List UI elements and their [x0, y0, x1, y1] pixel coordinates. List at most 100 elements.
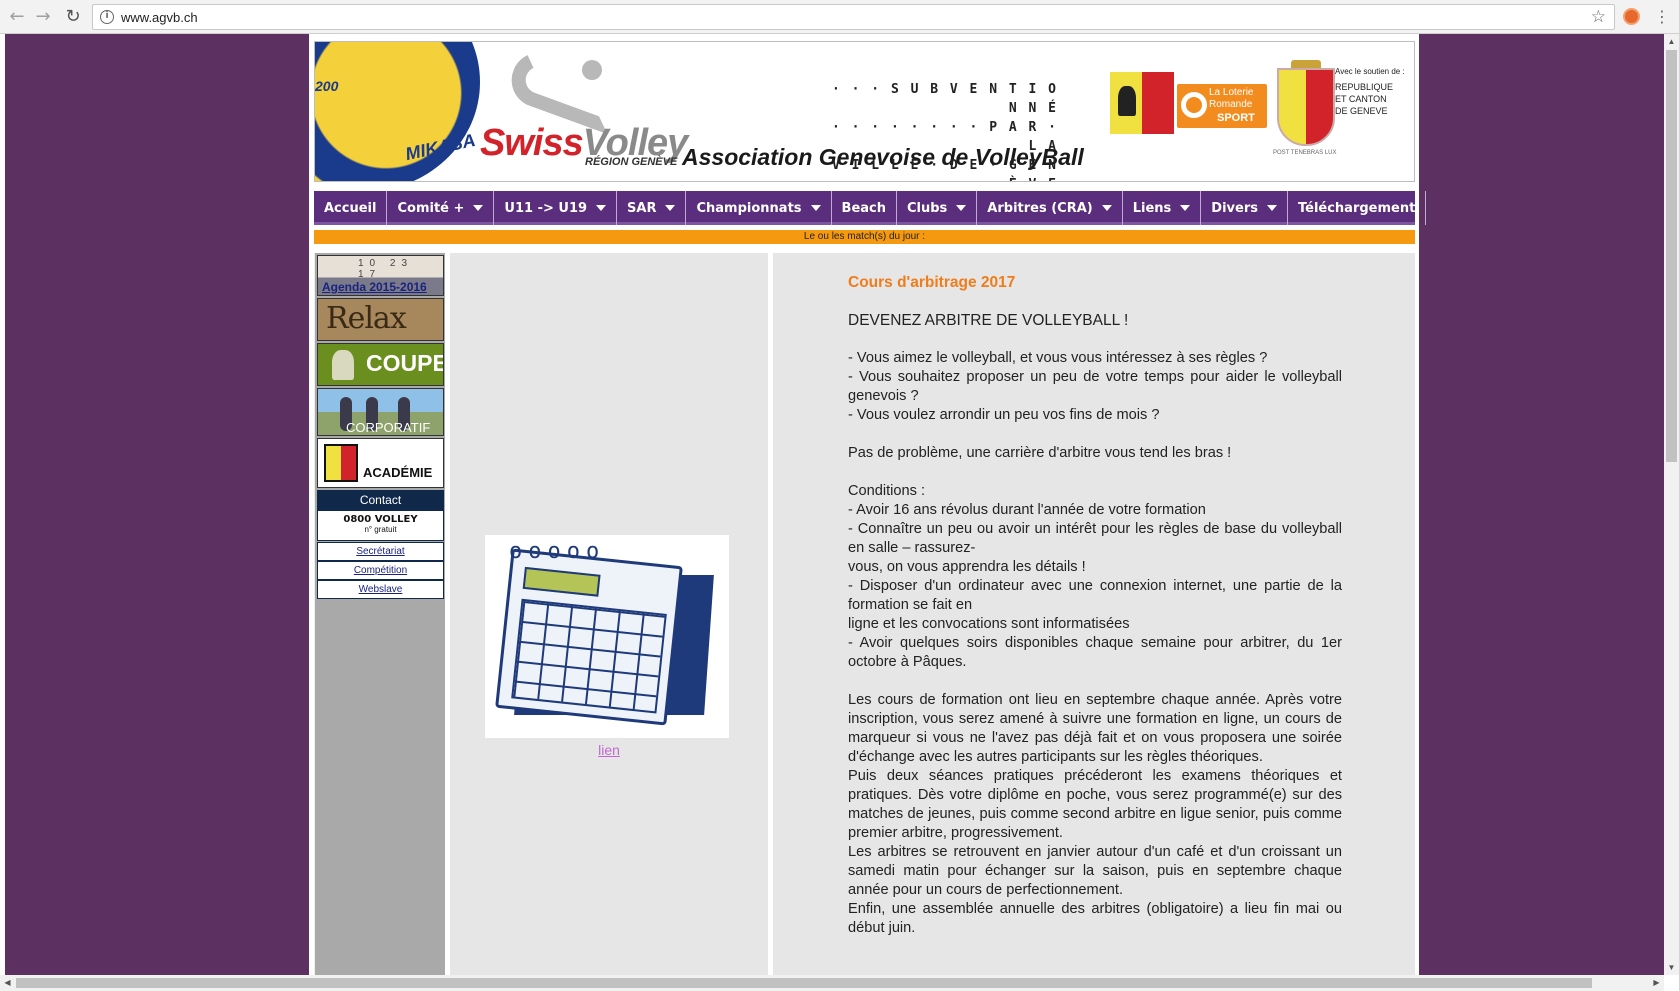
- scroll-down-icon[interactable]: ▼: [1664, 960, 1679, 975]
- loro-ring-icon: [1181, 92, 1207, 118]
- soutien-line: ET CANTON: [1335, 94, 1387, 104]
- loterie-romande-logo[interactable]: La Loterie Romande SPORT: [1177, 84, 1267, 128]
- bookmark-star-icon[interactable]: ☆: [1591, 7, 1606, 27]
- nav-item-sar[interactable]: SAR: [617, 191, 687, 225]
- back-icon[interactable]: ←: [6, 6, 28, 28]
- scroll-up-icon[interactable]: ▲: [1664, 34, 1679, 49]
- agenda-label: Agenda 2015-2016: [322, 280, 427, 294]
- phone-cell: 0800 VOLLEY n° gratuit: [317, 510, 444, 541]
- nav-item-comite[interactable]: Comité +: [387, 191, 495, 225]
- soutien-label: Avec le soutien de :: [1335, 67, 1405, 76]
- horizontal-scroll-thumb[interactable]: [16, 978, 1592, 988]
- info-icon[interactable]: i: [100, 10, 114, 24]
- corporatif-label: CORPORATIF: [346, 420, 431, 435]
- subvention-line: V I L L E · D E · G E N È V E: [831, 158, 1058, 181]
- article-title: Cours d'arbitrage 2017: [848, 274, 1016, 291]
- nav-item-accueil[interactable]: Accueil: [314, 191, 388, 225]
- calendar-link[interactable]: lien: [450, 742, 768, 758]
- corporatif-banner[interactable]: CORPORATIF: [317, 388, 444, 436]
- nav-item-label: Arbitres (CRA): [987, 200, 1093, 216]
- vertical-scrollbar[interactable]: ▲ ▼: [1664, 34, 1679, 975]
- vertical-scroll-thumb[interactable]: [1666, 50, 1677, 462]
- main-nav: Accueil Comité + U11 -> U19 SAR Champion…: [314, 191, 1427, 225]
- nav-item-arbitres[interactable]: Arbitres (CRA): [977, 191, 1123, 225]
- horizontal-scrollbar[interactable]: ◀ ▶: [0, 975, 1664, 991]
- soutien-block: Avec le soutien de : REPUBLIQUE ET CANTO…: [1335, 66, 1405, 117]
- nav-item-label: SAR: [627, 200, 657, 216]
- paragraph: - Vous aimez le volleyball, et vous vous…: [848, 350, 1268, 366]
- agenda-banner[interactable]: 10 23 17 Agenda 2015-2016: [317, 255, 444, 296]
- coupe-label: COUPE: [366, 350, 444, 376]
- browser-menu-icon[interactable]: ⋮: [1652, 7, 1672, 27]
- relax-banner[interactable]: Relax: [317, 298, 444, 341]
- calendar-image[interactable]: ooooo: [485, 535, 729, 738]
- subvention-line: · · · S U B V E N T I O N N É: [831, 82, 1058, 116]
- coupe-banner[interactable]: COUPE: [317, 343, 444, 386]
- logo-region: RÉGION GENÈVE: [585, 156, 678, 168]
- caret-down-icon: [956, 205, 967, 211]
- condition-item: - Avoir quelques soirs disponibles chaqu…: [848, 635, 1342, 670]
- academie-label: ACADÉMIE: [363, 465, 433, 480]
- nav-item-beach[interactable]: Beach: [832, 191, 897, 225]
- secretariat-link[interactable]: Secrétariat: [317, 542, 444, 561]
- caret-down-icon: [473, 205, 484, 211]
- caret-down-icon: [596, 205, 607, 211]
- paragraph: Les cours de formation ont lieu en septe…: [848, 692, 1342, 765]
- nav-item-clubs[interactable]: Clubs: [897, 191, 978, 225]
- soutien-line: REPUBLIQUE: [1335, 82, 1394, 92]
- subvention-line: · · · · · · · · P A R · L A: [831, 120, 1058, 154]
- paragraph: Pas de problème, une carrière d'arbitre …: [848, 445, 1232, 461]
- match-du-jour-bar: Le ou les match(s) du jour :: [314, 230, 1415, 244]
- nav-item-label: U11 -> U19: [504, 200, 588, 216]
- scroll-left-icon[interactable]: ◀: [0, 975, 15, 991]
- paragraph: Puis deux séances pratiques précéderont …: [848, 768, 1342, 841]
- swissvolley-swirl-icon: [503, 44, 627, 135]
- caret-down-icon: [1101, 205, 1112, 211]
- nav-item-divers[interactable]: Divers: [1201, 191, 1288, 225]
- condition-item: - Connaître un peu ou avoir un intérêt p…: [848, 521, 1342, 556]
- nav-item-label: Liens: [1132, 200, 1172, 216]
- extension-icon[interactable]: [1623, 8, 1640, 25]
- caret-down-icon: [1266, 205, 1277, 211]
- trophy-icon: [332, 350, 354, 380]
- paragraph: Les arbitres se retrouvent en janvier au…: [848, 844, 1342, 898]
- url-text[interactable]: www.agvb.ch: [121, 10, 198, 25]
- condition-item: - Avoir 16 ans révolus durant l'année de…: [848, 502, 1206, 518]
- caret-down-icon: [810, 205, 821, 211]
- condition-item: ligne et les convocations sont informati…: [848, 616, 1130, 632]
- calendar-grid-icon: [511, 598, 667, 714]
- reload-icon[interactable]: ↻: [62, 6, 84, 28]
- browser-toolbar: ← → ↻ i www.agvb.ch ☆ ⋮: [0, 0, 1679, 34]
- soutien-line: DE GENEVE: [1335, 106, 1388, 116]
- paragraph: Enfin, une assemblée annuelle des arbitr…: [848, 901, 1342, 936]
- phone-number: 0800 VOLLEY: [343, 514, 418, 525]
- academie-shield-icon: [324, 444, 358, 482]
- webslave-link[interactable]: Webslave: [317, 580, 444, 599]
- academie-banner[interactable]: ACADÉMIE: [317, 438, 444, 488]
- competition-link[interactable]: Compétition: [317, 561, 444, 580]
- condition-item: - Disposer d'un ordinateur avec une conn…: [848, 578, 1342, 613]
- address-bar[interactable]: i www.agvb.ch ☆: [92, 4, 1615, 30]
- swissvolley-dot-icon: [582, 60, 602, 80]
- main-content: Cours d'arbitrage 2017 DEVENEZ ARBITRE D…: [773, 253, 1415, 975]
- nav-item-label: Téléchargement: [1297, 200, 1416, 216]
- scroll-right-icon[interactable]: ▶: [1649, 975, 1664, 991]
- article-heading: DEVENEZ ARBITRE DE VOLLEYBALL !: [848, 312, 1129, 329]
- header-banner: 200 MIKASA SwissVolley RÉGION GENÈVE Ass…: [314, 41, 1415, 182]
- page-viewport: 200 MIKASA SwissVolley RÉGION GENÈVE Ass…: [0, 34, 1664, 975]
- left-sidebar: 10 23 17 Agenda 2015-2016 Relax COUPE CO…: [314, 253, 445, 975]
- nav-item-u11-u19[interactable]: U11 -> U19: [494, 191, 618, 225]
- contact-header: Contact: [317, 490, 444, 510]
- agenda-dates: 10 23 17: [358, 258, 414, 280]
- nav-item-liens[interactable]: Liens: [1123, 191, 1202, 225]
- conditions-label: Conditions :: [848, 483, 926, 499]
- forward-icon[interactable]: →: [32, 6, 54, 28]
- geneva-shield-icon: [1277, 68, 1335, 146]
- nav-item-championnats[interactable]: Championnats: [686, 191, 832, 225]
- nav-item-telechargement[interactable]: Téléchargement: [1288, 191, 1427, 225]
- caret-down-icon: [1180, 205, 1191, 211]
- phone-note: n° gratuit: [364, 525, 397, 534]
- calendar-icon: [495, 548, 683, 726]
